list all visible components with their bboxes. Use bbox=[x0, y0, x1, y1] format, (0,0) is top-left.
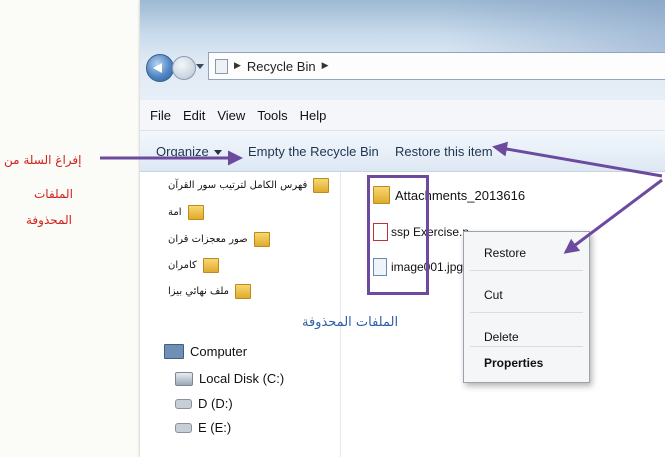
annotation-arrows bbox=[100, 141, 663, 254]
arrow-to-restore-button bbox=[492, 141, 663, 178]
arrow-to-restore-menu-item bbox=[563, 178, 663, 254]
